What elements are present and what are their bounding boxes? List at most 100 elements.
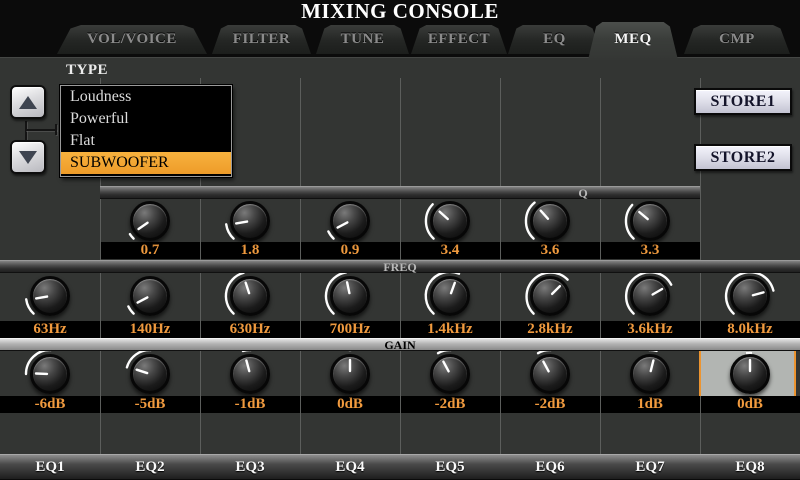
type-option-subwoofer[interactable]: SUBWOOFER [61, 152, 231, 174]
freq-knob-eq7[interactable] [618, 274, 682, 318]
channel-label-eq3: EQ3 [200, 455, 300, 479]
tab-bar: VOL/VOICEFILTERTUNEEFFECTEQMEQCMP [0, 22, 800, 57]
q-value-eq4: 0.9 [300, 242, 400, 259]
freq-value-eq4: 700Hz [300, 321, 400, 338]
mixing-console-screen: MIXING CONSOLE VOL/VOICEFILTERTUNEEFFECT… [0, 0, 800, 480]
gain-knob-eq2[interactable] [118, 352, 182, 396]
freq-knob-eq6[interactable] [518, 274, 582, 318]
type-option-flat[interactable]: Flat [61, 130, 231, 152]
type-label: TYPE [66, 62, 108, 79]
q-knob-cell-eq2 [100, 199, 200, 243]
freq-section-label: FREQ [383, 261, 416, 273]
store1-button[interactable]: STORE1 [694, 88, 792, 115]
q-value-eq7: 3.3 [600, 242, 700, 259]
freq-value-eq2: 140Hz [100, 321, 200, 338]
tab-meq[interactable]: MEQ [588, 22, 678, 60]
freq-knob-eq2[interactable] [118, 274, 182, 318]
store2-button[interactable]: STORE2 [694, 144, 792, 171]
gain-knob-cell-eq1 [0, 352, 100, 396]
arrow-connector [25, 129, 57, 131]
q-value-eq2: 0.7 [100, 242, 200, 259]
channel-label-eq1: EQ1 [0, 455, 100, 479]
gain-section-label: GAIN [384, 339, 415, 351]
freq-knob-cell-eq8 [700, 274, 800, 318]
gain-value-eq5: -2dB [400, 396, 500, 413]
freq-knob-cell-eq1 [0, 274, 100, 318]
freq-value-eq3: 630Hz [200, 321, 300, 338]
freq-knob-eq1[interactable] [18, 274, 82, 318]
gain-knob-eq1[interactable] [18, 352, 82, 396]
channel-label-eq5: EQ5 [400, 455, 500, 479]
gain-knob-cell-eq5 [400, 352, 500, 396]
tab-tune[interactable]: TUNE [316, 25, 409, 54]
channel-label-eq7: EQ7 [600, 455, 700, 479]
gain-knob-eq5[interactable] [418, 352, 482, 396]
scroll-up-button[interactable] [10, 85, 46, 119]
gain-value-eq4: 0dB [300, 396, 400, 413]
channel-label-eq2: EQ2 [100, 455, 200, 479]
q-value-eq5: 3.4 [400, 242, 500, 259]
arrow-connector [25, 121, 27, 141]
type-option-powerful[interactable]: Powerful [61, 108, 231, 130]
freq-value-eq7: 3.6kHz [600, 321, 700, 338]
gain-knob-eq7[interactable] [618, 352, 682, 396]
q-section-label: Q [578, 187, 587, 199]
freq-knob-cell-eq6 [500, 274, 600, 318]
arrow-connector [55, 124, 57, 135]
gain-value-eq1: -6dB [0, 396, 100, 413]
freq-knob-cell-eq2 [100, 274, 200, 318]
tab-eq[interactable]: EQ [508, 25, 601, 54]
gain-knob-eq4[interactable] [318, 352, 382, 396]
arrow-down-icon [19, 151, 37, 164]
title-bar: MIXING CONSOLE [0, 0, 800, 22]
freq-section-bar: FREQ [0, 260, 800, 273]
freq-knob-eq8[interactable] [718, 274, 782, 318]
arrow-up-icon [19, 96, 37, 109]
freq-knob-cell-eq5 [400, 274, 500, 318]
q-knob-eq7[interactable] [618, 199, 682, 243]
type-listbox: LoudnessPowerfulFlatSUBWOOFER [60, 85, 232, 177]
gain-value-eq7: 1dB [600, 396, 700, 413]
gain-value-eq3: -1dB [200, 396, 300, 413]
freq-knob-eq4[interactable] [318, 274, 382, 318]
tab-vol-voice[interactable]: VOL/VOICE [57, 25, 207, 54]
gain-knob-eq3[interactable] [218, 352, 282, 396]
page-title: MIXING CONSOLE [0, 0, 800, 22]
gain-knob-cell-eq8 [700, 352, 800, 396]
gain-value-eq6: -2dB [500, 396, 600, 413]
q-knob-eq3[interactable] [218, 199, 282, 243]
q-knob-eq5[interactable] [418, 199, 482, 243]
freq-value-eq8: 8.0kHz [700, 321, 800, 338]
gain-knob-cell-eq7 [600, 352, 700, 396]
q-knob-cell-eq4 [300, 199, 400, 243]
q-knob-cell-eq5 [400, 199, 500, 243]
gain-knob-eq6[interactable] [518, 352, 582, 396]
freq-value-eq6: 2.8kHz [500, 321, 600, 338]
gain-section-bar: GAIN [0, 338, 800, 351]
freq-knob-eq3[interactable] [218, 274, 282, 318]
q-knob-eq2[interactable] [118, 199, 182, 243]
meq-panel: TYPE LoudnessPowerfulFlatSUBWOOFER STORE… [0, 57, 800, 480]
gain-knob-cell-eq4 [300, 352, 400, 396]
q-knob-eq4[interactable] [318, 199, 382, 243]
freq-value-eq5: 1.4kHz [400, 321, 500, 338]
freq-value-eq1: 63Hz [0, 321, 100, 338]
tab-cmp[interactable]: CMP [684, 25, 790, 54]
q-knob-cell-eq6 [500, 199, 600, 243]
freq-knob-cell-eq3 [200, 274, 300, 318]
gain-knob-eq8[interactable] [718, 352, 782, 396]
type-option-loudness[interactable]: Loudness [61, 86, 231, 108]
channel-label-eq6: EQ6 [500, 455, 600, 479]
q-value-eq6: 3.6 [500, 242, 600, 259]
channel-label-eq4: EQ4 [300, 455, 400, 479]
tab-filter[interactable]: FILTER [212, 25, 311, 54]
q-section-bar: Q [100, 186, 700, 199]
gain-knob-cell-eq2 [100, 352, 200, 396]
freq-knob-cell-eq7 [600, 274, 700, 318]
gain-value-eq8: 0dB [700, 396, 800, 413]
q-knob-eq6[interactable] [518, 199, 582, 243]
tab-effect[interactable]: EFFECT [411, 25, 507, 54]
channel-label-eq8: EQ8 [700, 455, 800, 479]
freq-knob-eq5[interactable] [418, 274, 482, 318]
scroll-down-button[interactable] [10, 140, 46, 174]
